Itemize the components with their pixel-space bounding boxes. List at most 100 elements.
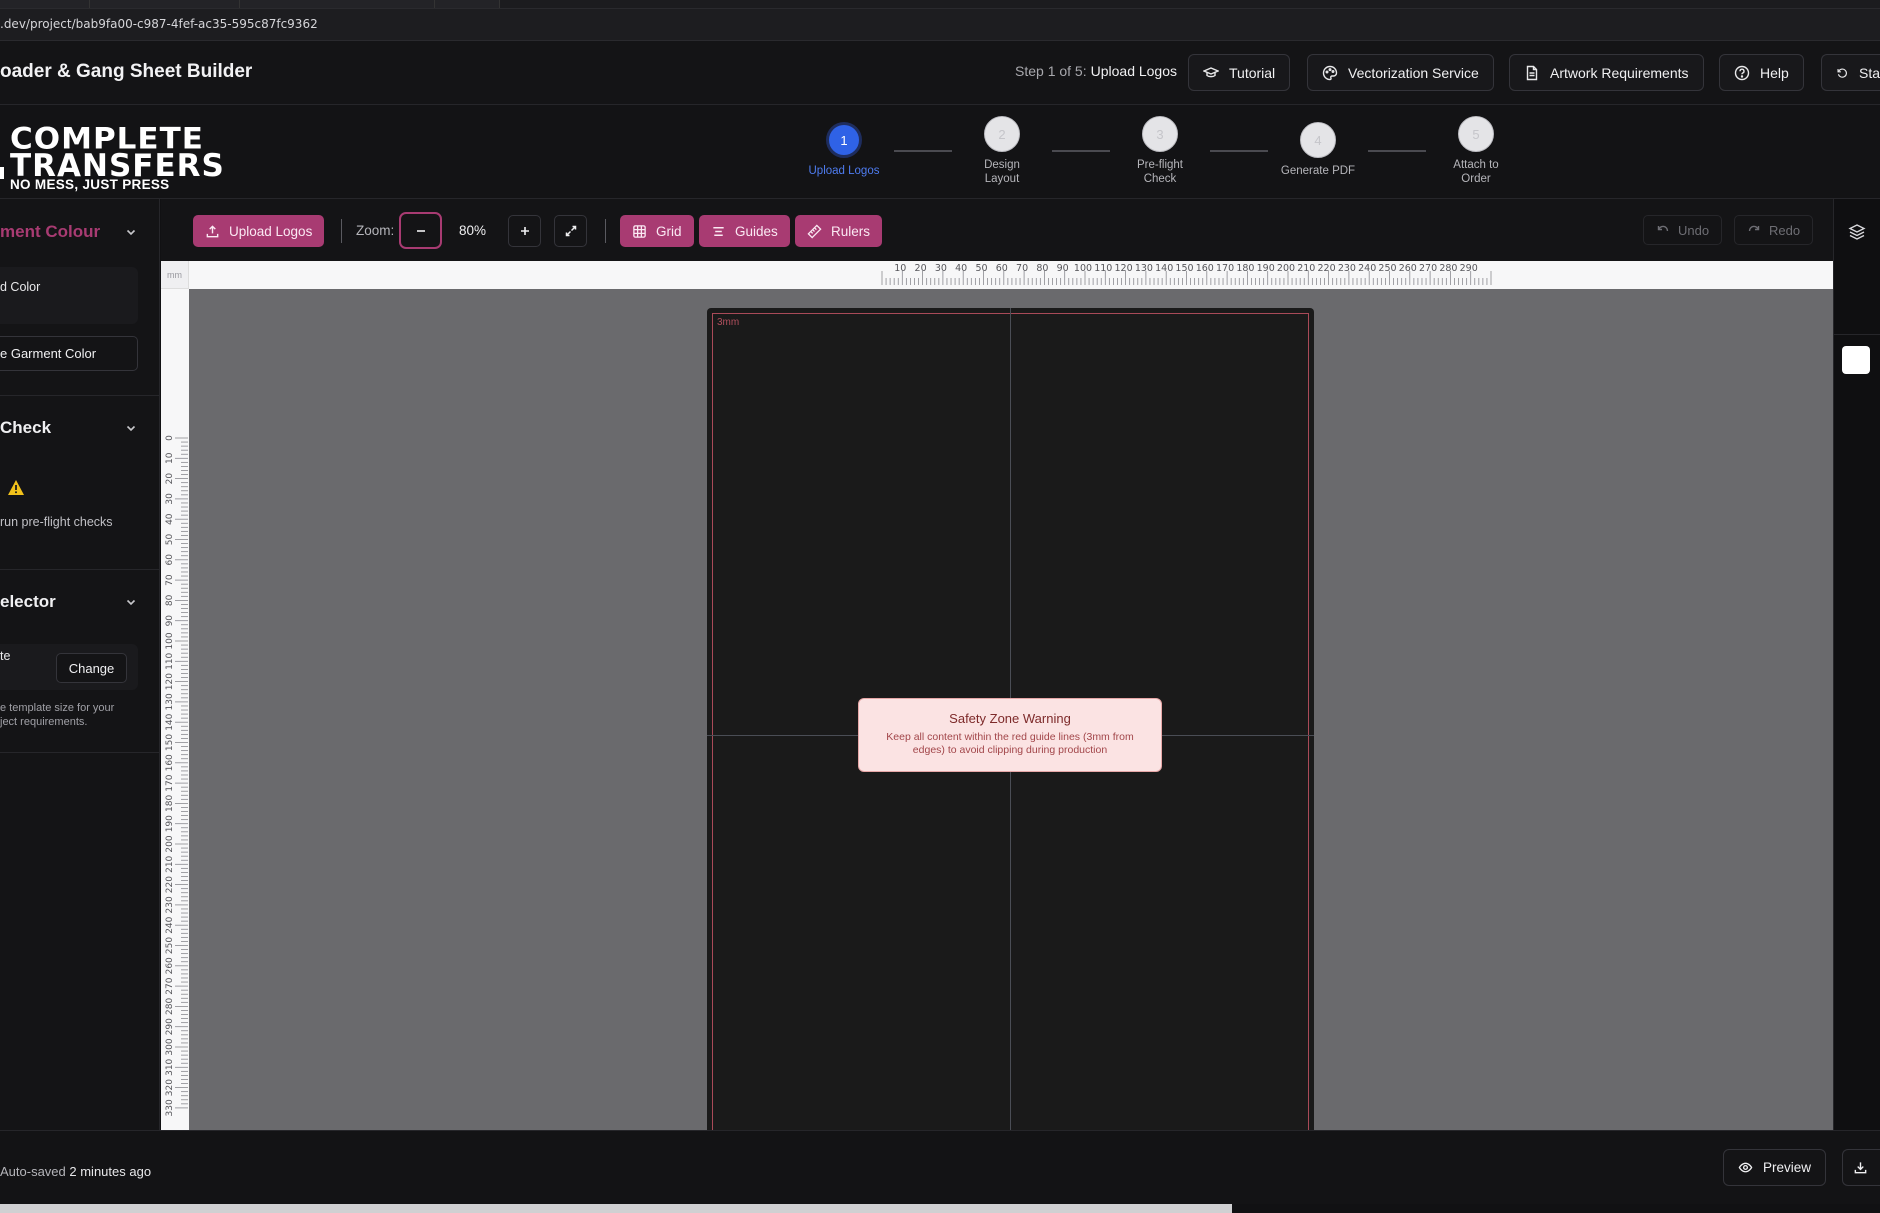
browser-tab[interactable] [435, 0, 500, 8]
ruler-tick-label: 120 [165, 673, 175, 690]
start-over-button[interactable]: Sta [1821, 54, 1880, 91]
address-bar[interactable]: .dev/project/bab9fa00-c987-4fef-ac35-595… [0, 9, 1880, 41]
ruler-tick-label: 270 [165, 977, 175, 994]
ruler-vertical[interactable]: 0 10 20 30 40 50 60 70 80 90 100 110 120 130 140 150 160… [161, 289, 189, 1130]
undo-button[interactable]: Undo [1643, 215, 1723, 245]
document-icon [1526, 65, 1538, 80]
ruler-tick-label: 160 [165, 754, 175, 771]
ruler-tick-label: 300 [165, 1038, 175, 1055]
bottom-browser-strip [0, 1204, 1880, 1213]
browser-tab[interactable] [0, 0, 90, 8]
step-label: Generate PDF [1280, 165, 1356, 177]
preflight-section-header[interactable]: Check [0, 413, 160, 443]
preview-button[interactable]: Preview [1723, 1149, 1827, 1186]
autosave-time: 2 minutes ago [69, 1164, 152, 1179]
ruler-tick-label: 20 [165, 473, 175, 485]
step-number: 1 [826, 122, 862, 158]
browser-tab[interactable] [90, 0, 240, 8]
ruler-tick-label: 110 [1094, 263, 1112, 274]
ruler-tick-label: 170 [1216, 263, 1234, 274]
download-button[interactable] [1842, 1149, 1880, 1186]
template-help-line-2: ject requirements. [0, 716, 88, 728]
redo-icon [1748, 225, 1760, 232]
ruler-tick-label: 30 [165, 493, 175, 505]
ruler-tick-label: 190 [1257, 263, 1275, 274]
help-button[interactable]: Help [1719, 54, 1804, 91]
garment-color-card: d Color [0, 267, 138, 324]
change-garment-color-button[interactable]: e Garment Color [0, 336, 138, 371]
step-5[interactable]: 5 Attach to Order [1426, 116, 1526, 186]
ruler-tick-label: 50 [165, 534, 175, 546]
ruler-tick-label: 10 [165, 452, 175, 464]
ruler-tick-label: 0 [165, 435, 175, 441]
redo-button[interactable]: Redo [1734, 215, 1814, 245]
redo-label: Redo [1769, 222, 1801, 238]
ruler-tick-label: 40 [165, 513, 175, 525]
ruler-tick-label: 90 [1057, 263, 1069, 274]
step-label: Attach to Order [1453, 159, 1499, 185]
chevron-down-icon [126, 599, 136, 606]
step-current: Upload Logos [1090, 63, 1178, 79]
brand-logo: COMPLETE TRANSFERS NO MESS, JUST PRESS [0, 121, 224, 192]
artwork-requirements-button[interactable]: Artwork Requirements [1509, 54, 1704, 91]
layers-icon[interactable] [1848, 223, 1866, 241]
rulers-toggle-button[interactable]: Rulers [795, 215, 883, 247]
zoom-out-button[interactable] [399, 212, 442, 249]
minus-icon [416, 229, 425, 232]
fit-to-screen-button[interactable] [554, 215, 587, 247]
ruler-tick-label: 110 [165, 652, 175, 669]
guides-toggle-button[interactable]: Guides [699, 215, 790, 247]
ruler-tick-label: 130 [165, 693, 175, 710]
ruler-tick-label: 40 [955, 263, 967, 274]
color-swatch[interactable] [1842, 346, 1870, 374]
warning-title: Safety Zone Warning [949, 711, 1071, 726]
artboard[interactable]: 3mm Safety Zone Warning Keep all content… [707, 308, 1314, 1130]
step-label: Upload Logos [808, 165, 880, 177]
rail-divider [1834, 334, 1880, 335]
zoom-in-button[interactable] [508, 215, 541, 247]
grid-toggle-button[interactable]: Grid [620, 215, 694, 247]
section-title: ment Colour [0, 222, 101, 241]
template-card: te Change [0, 644, 138, 690]
vectorization-service-button[interactable]: Vectorization Service [1307, 54, 1494, 91]
guides-label: Guides [735, 223, 778, 239]
section-title: Check [0, 418, 52, 437]
section-divider [0, 569, 160, 570]
step-3[interactable]: 3 Pre-flight Check [1110, 116, 1210, 186]
tutorial-label: Tutorial [1229, 64, 1276, 81]
graduation-cap-icon [1203, 66, 1219, 77]
plus-icon [520, 227, 529, 235]
chevron-down-icon [126, 229, 136, 236]
step-number: 2 [984, 116, 1020, 152]
tutorial-button[interactable]: Tutorial [1188, 54, 1291, 91]
step-connector [1052, 150, 1110, 152]
ruler-tick-label: 100 [165, 632, 175, 649]
toolbar-separator [605, 219, 606, 243]
step-1[interactable]: 1 Upload Logos [794, 122, 894, 178]
app-header: oader & Gang Sheet Builder Step 1 of 5: U… [0, 41, 1880, 105]
ruler-horizontal[interactable]: 10 20 30 40 50 60 70 80 90 100 110 120 130 140 150 160 1… [161, 261, 1833, 289]
ruler-tick-label: 140 [165, 713, 175, 730]
step-4[interactable]: 4 Generate PDF [1268, 122, 1368, 178]
upload-logos-button[interactable]: Upload Logos [193, 215, 325, 247]
garment-colour-section-header[interactable]: ment Colour [0, 217, 160, 247]
rulers-label: Rulers [831, 223, 871, 239]
step-2[interactable]: 2 Design Layout [952, 116, 1052, 186]
upload-icon [206, 224, 219, 237]
change-template-button[interactable]: Change [56, 653, 127, 683]
template-selector-section-header[interactable]: elector [0, 587, 160, 617]
start-label: Sta [1858, 64, 1880, 81]
ruler-tick-label: 310 [165, 1058, 175, 1075]
zoom-label: Zoom: [356, 223, 395, 238]
step-connector [1210, 150, 1268, 152]
ruler-tick-label: 250 [165, 937, 175, 954]
logo-mark [0, 167, 4, 179]
step-number: 4 [1300, 122, 1336, 158]
ruler-tick-label: 180 [165, 795, 175, 812]
artwork-label: Artwork Requirements [1550, 64, 1689, 81]
ruler-tick-label: 210 [1297, 263, 1315, 274]
browser-tab-strip [0, 0, 1880, 9]
ruler-tick-label: 210 [165, 855, 175, 872]
autosave-status: Auto-saved 2 minutes ago [0, 1164, 151, 1179]
browser-tab[interactable] [240, 0, 435, 8]
